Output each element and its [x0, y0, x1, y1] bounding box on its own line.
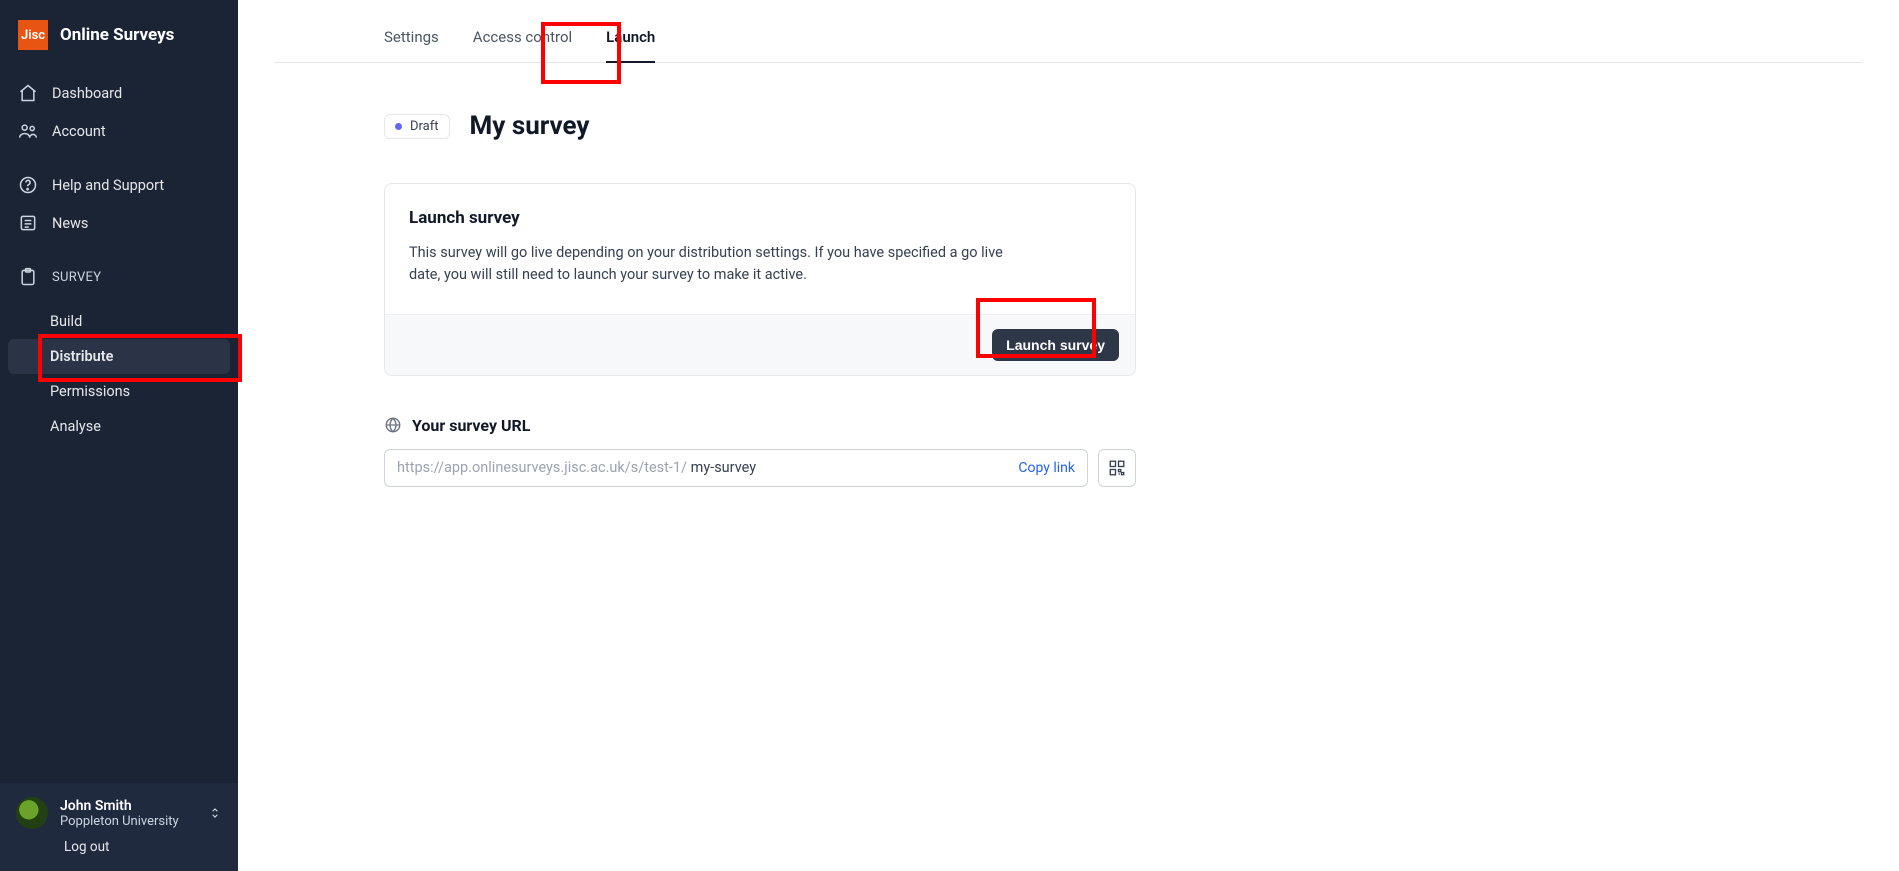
news-icon	[18, 213, 38, 233]
qr-code-button[interactable]	[1098, 449, 1136, 487]
brand: Jisc Online Surveys	[0, 0, 238, 66]
chevron-up-down-icon	[208, 806, 222, 820]
sidebar: Jisc Online Surveys Dashboard Account He…	[0, 0, 238, 871]
globe-icon	[384, 416, 402, 434]
launch-card: Launch survey This survey will go live d…	[384, 183, 1136, 376]
nav-help[interactable]: Help and Support	[8, 166, 230, 204]
nav-label: Help and Support	[52, 177, 164, 194]
avatar	[16, 797, 48, 829]
qr-code-icon	[1108, 459, 1126, 477]
users-icon	[18, 121, 38, 141]
user-meta: John Smith Poppleton University	[60, 798, 196, 829]
url-heading: Your survey URL	[412, 416, 530, 435]
tab-settings[interactable]: Settings	[384, 8, 439, 62]
url-section: Your survey URL https://app.onlinesurvey…	[384, 416, 1136, 487]
nav-account[interactable]: Account	[8, 112, 230, 150]
sidebar-footer: John Smith Poppleton University Log out	[0, 783, 238, 871]
tab-launch[interactable]: Launch	[606, 8, 655, 62]
copy-link[interactable]: Copy link	[1018, 460, 1075, 476]
nav-survey-sub: Build Distribute Permissions Analyse	[0, 304, 238, 452]
logout-link[interactable]: Log out	[16, 839, 222, 855]
brand-title: Online Surveys	[60, 25, 174, 45]
title-row: Draft My survey	[384, 111, 1434, 141]
survey-url-field[interactable]: https://app.onlinesurveys.jisc.ac.uk/s/t…	[384, 449, 1088, 487]
url-row: https://app.onlinesurveys.jisc.ac.uk/s/t…	[384, 449, 1136, 487]
page-title: My survey	[470, 111, 590, 141]
nav-secondary: Help and Support News	[0, 158, 238, 250]
brand-logo: Jisc	[18, 20, 48, 50]
status-text: Draft	[410, 119, 439, 134]
status-dot-icon	[395, 123, 402, 130]
nav-dashboard[interactable]: Dashboard	[8, 74, 230, 112]
launch-survey-button[interactable]: Launch survey	[992, 329, 1119, 361]
nav-section-label-text: SURVEY	[52, 270, 101, 285]
help-icon	[18, 175, 38, 195]
url-text: https://app.onlinesurveys.jisc.ac.uk/s/t…	[397, 459, 756, 476]
content: Draft My survey Launch survey This surve…	[274, 63, 1434, 527]
subnav-permissions[interactable]: Permissions	[8, 374, 230, 409]
nav-survey-section: SURVEY	[0, 250, 238, 304]
nav-section-survey: SURVEY	[8, 258, 230, 296]
nav-news[interactable]: News	[8, 204, 230, 242]
tab-access-control[interactable]: Access control	[473, 8, 572, 62]
subnav-build[interactable]: Build	[8, 304, 230, 339]
tabs: Settings Access control Launch	[274, 8, 1863, 63]
launch-card-body: Launch survey This survey will go live d…	[385, 184, 1135, 314]
nav-label: News	[52, 215, 88, 232]
url-heading-row: Your survey URL	[384, 416, 1136, 435]
status-badge: Draft	[384, 114, 450, 139]
main: Settings Access control Launch Draft My …	[238, 0, 1899, 871]
user-row[interactable]: John Smith Poppleton University	[16, 797, 222, 829]
launch-card-footer: Launch survey	[385, 314, 1135, 375]
user-name: John Smith	[60, 798, 196, 814]
url-base: https://app.onlinesurveys.jisc.ac.uk/s/t…	[397, 459, 691, 476]
subnav-analyse[interactable]: Analyse	[8, 409, 230, 444]
user-org: Poppleton University	[60, 814, 196, 829]
launch-card-text: This survey will go live depending on yo…	[409, 242, 1029, 286]
nav-label: Dashboard	[52, 85, 122, 102]
launch-card-title: Launch survey	[409, 208, 1111, 228]
url-slug: my-survey	[691, 459, 757, 476]
home-icon	[18, 83, 38, 103]
nav-main: Dashboard Account	[0, 66, 238, 158]
nav-label: Account	[52, 123, 106, 140]
subnav-distribute[interactable]: Distribute	[8, 339, 230, 374]
clipboard-icon	[18, 267, 38, 287]
